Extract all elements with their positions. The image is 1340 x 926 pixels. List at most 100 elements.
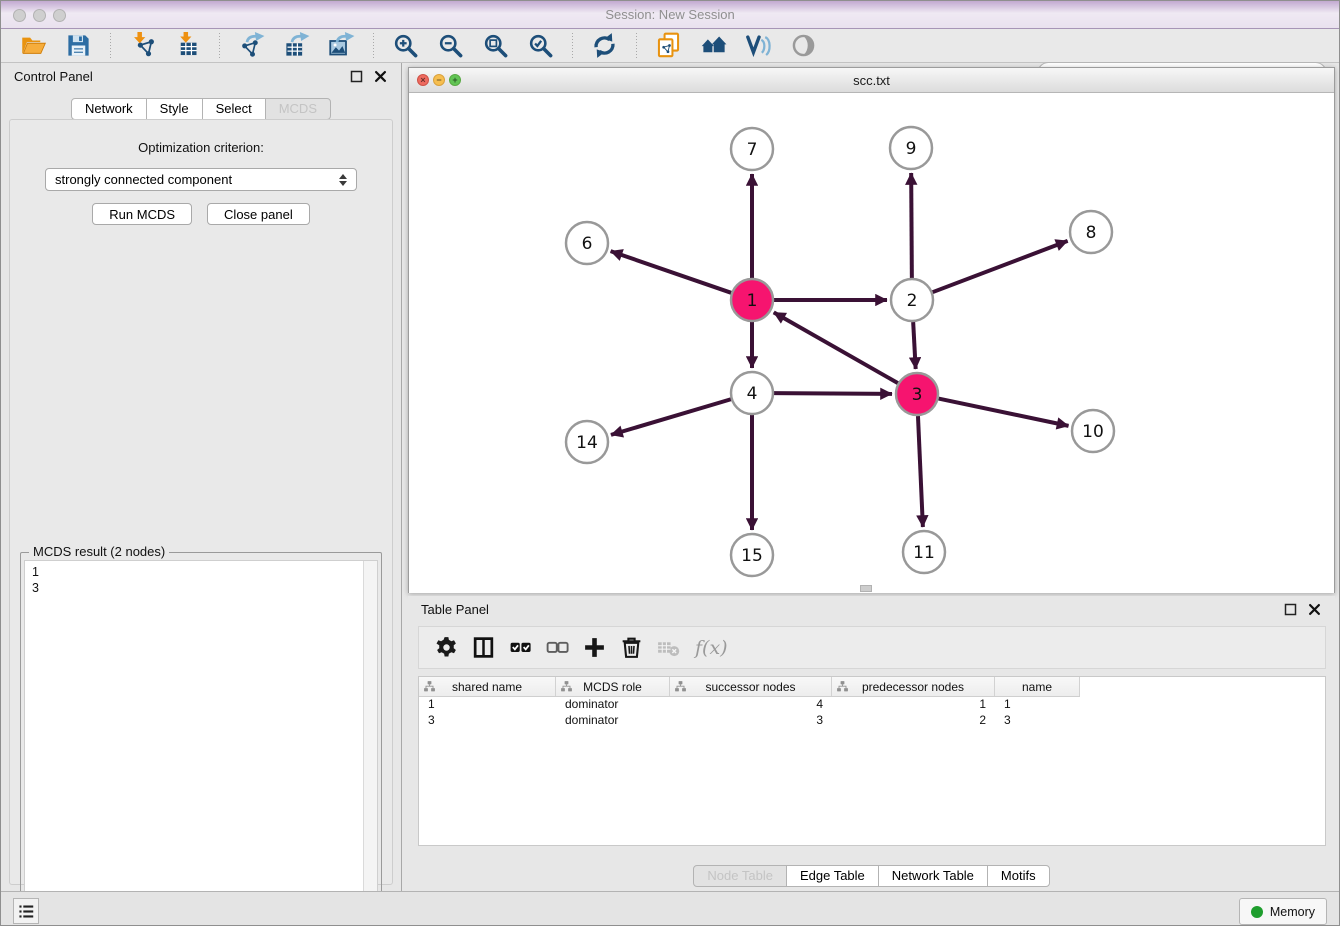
graph-node-14[interactable]: 14 <box>566 421 608 463</box>
graph-node-11[interactable]: 11 <box>903 531 945 573</box>
table-cell[interactable]: 1 <box>995 697 1080 713</box>
graph-edge-4-3[interactable] <box>774 393 892 394</box>
graph-node-10[interactable]: 10 <box>1072 410 1114 452</box>
mcds-result-text[interactable]: 1 3 <box>25 561 363 926</box>
task-history-button[interactable] <box>13 898 39 924</box>
application-window: Session: New Session Control Panel Netwo… <box>0 0 1340 926</box>
graph-node-1[interactable]: 1 <box>731 279 773 321</box>
run-mcds-button[interactable]: Run MCDS <box>92 203 192 225</box>
tab-select[interactable]: Select <box>202 98 266 120</box>
settings-icon[interactable] <box>434 635 459 660</box>
zoom-out-icon[interactable] <box>437 32 464 59</box>
svg-text:9: 9 <box>906 139 917 159</box>
graph-node-8[interactable]: 8 <box>1070 211 1112 253</box>
graph-edge-2-8[interactable] <box>933 241 1068 292</box>
import-table-icon[interactable] <box>174 32 201 59</box>
table-cell[interactable]: 1 <box>419 697 556 713</box>
close-window-button[interactable]: × <box>417 74 429 86</box>
attribute-icon <box>674 680 687 693</box>
graph-edge-2-9[interactable] <box>911 173 912 278</box>
column-label: MCDS role <box>583 680 642 694</box>
table-cell[interactable]: 2 <box>832 713 995 729</box>
column-header-successor-nodes[interactable]: successor nodes <box>670 677 832 696</box>
graph-edge-2-3[interactable] <box>913 322 916 369</box>
graph-edge-3-10[interactable] <box>939 399 1069 426</box>
export-image-icon[interactable] <box>328 32 355 59</box>
home-icon[interactable] <box>700 32 727 59</box>
refresh-icon[interactable] <box>591 32 618 59</box>
graph-edge-3-1[interactable] <box>774 312 898 383</box>
tab-network-table[interactable]: Network Table <box>878 865 988 887</box>
table-cell[interactable]: dominator <box>556 713 670 729</box>
table-header-row: shared name MCDS role successor nodes prede… <box>419 677 1080 697</box>
column-label: successor nodes <box>705 680 795 694</box>
zoom-selected-icon[interactable] <box>527 32 554 59</box>
table-cell[interactable]: 3 <box>670 713 832 729</box>
minimize-window-button[interactable]: − <box>433 74 445 86</box>
vizmapper-icon[interactable] <box>745 32 772 59</box>
control-panel-title: Control Panel <box>14 69 93 84</box>
export-table-icon[interactable] <box>283 32 310 59</box>
table-cell[interactable]: dominator <box>556 697 670 713</box>
float-panel-icon[interactable] <box>349 69 364 84</box>
float-panel-icon[interactable] <box>1283 602 1298 617</box>
zoom-button[interactable] <box>53 9 66 22</box>
close-panel-icon[interactable] <box>1307 602 1322 617</box>
graph-edge-3-11[interactable] <box>918 416 923 527</box>
criterion-select[interactable]: strongly connected component <box>45 168 357 191</box>
eye-icon[interactable] <box>790 32 817 59</box>
graph-node-15[interactable]: 15 <box>731 534 773 576</box>
column-header-name[interactable]: name <box>995 677 1080 696</box>
graph-node-2[interactable]: 2 <box>891 279 933 321</box>
zoom-fit-icon[interactable] <box>482 32 509 59</box>
graph-node-3[interactable]: 3 <box>896 373 938 415</box>
export-network-icon[interactable] <box>238 32 265 59</box>
tab-network[interactable]: Network <box>71 98 147 120</box>
graph-node-7[interactable]: 7 <box>731 128 773 170</box>
svg-text:11: 11 <box>913 543 935 563</box>
open-session-icon[interactable] <box>20 32 47 59</box>
tab-node-table[interactable]: Node Table <box>693 865 787 887</box>
column-header-mcds-role[interactable]: MCDS role <box>556 677 670 696</box>
column-header-predecessor-nodes[interactable]: predecessor nodes <box>832 677 995 696</box>
zoom-window-button[interactable]: + <box>449 74 461 86</box>
memory-button[interactable]: Memory <box>1239 898 1327 925</box>
result-scrollbar[interactable] <box>363 561 377 926</box>
table-cell[interactable]: 1 <box>832 697 995 713</box>
table-cell[interactable]: 3 <box>419 713 556 729</box>
tab-edge-table[interactable]: Edge Table <box>786 865 879 887</box>
toolbar-separator <box>373 33 374 59</box>
duplicate-network-icon[interactable] <box>655 32 682 59</box>
canvas-resize-handle[interactable] <box>860 585 872 592</box>
table-row[interactable]: 1dominator411 <box>419 697 1325 713</box>
split-view-icon[interactable] <box>471 635 496 660</box>
toolbar-separator <box>219 33 220 59</box>
close-panel-icon[interactable] <box>373 69 388 84</box>
tab-motifs[interactable]: Motifs <box>987 865 1050 887</box>
network-graph[interactable]: 7 9 6 8 1 2 4 3 14 10 15 11 <box>409 93 1334 593</box>
import-network-icon[interactable] <box>129 32 156 59</box>
delete-row-icon[interactable] <box>619 635 644 660</box>
graph-edge-4-14[interactable] <box>611 399 731 435</box>
column-header-shared-name[interactable]: shared name <box>419 677 556 696</box>
close-panel-button[interactable]: Close panel <box>207 203 310 225</box>
network-canvas[interactable]: 7 9 6 8 1 2 4 3 14 10 15 11 <box>409 93 1334 593</box>
deselect-all-icon[interactable] <box>545 635 570 660</box>
tab-mcds[interactable]: MCDS <box>265 98 331 120</box>
zoom-in-icon[interactable] <box>392 32 419 59</box>
graph-node-9[interactable]: 9 <box>890 127 932 169</box>
minimize-button[interactable] <box>33 9 46 22</box>
close-button[interactable] <box>13 9 26 22</box>
tab-style[interactable]: Style <box>146 98 203 120</box>
save-session-icon[interactable] <box>65 32 92 59</box>
table-row[interactable]: 3dominator323 <box>419 713 1325 729</box>
select-all-icon[interactable] <box>508 635 533 660</box>
graph-node-6[interactable]: 6 <box>566 222 608 264</box>
graph-edge-1-6[interactable] <box>611 251 732 293</box>
network-window-titlebar[interactable]: ×−+ scc.txt <box>409 68 1334 93</box>
table-cell[interactable]: 3 <box>995 713 1080 729</box>
function-builder-icon: f(x) <box>695 637 728 659</box>
add-row-icon[interactable] <box>582 635 607 660</box>
graph-node-4[interactable]: 4 <box>731 372 773 414</box>
table-cell[interactable]: 4 <box>670 697 832 713</box>
